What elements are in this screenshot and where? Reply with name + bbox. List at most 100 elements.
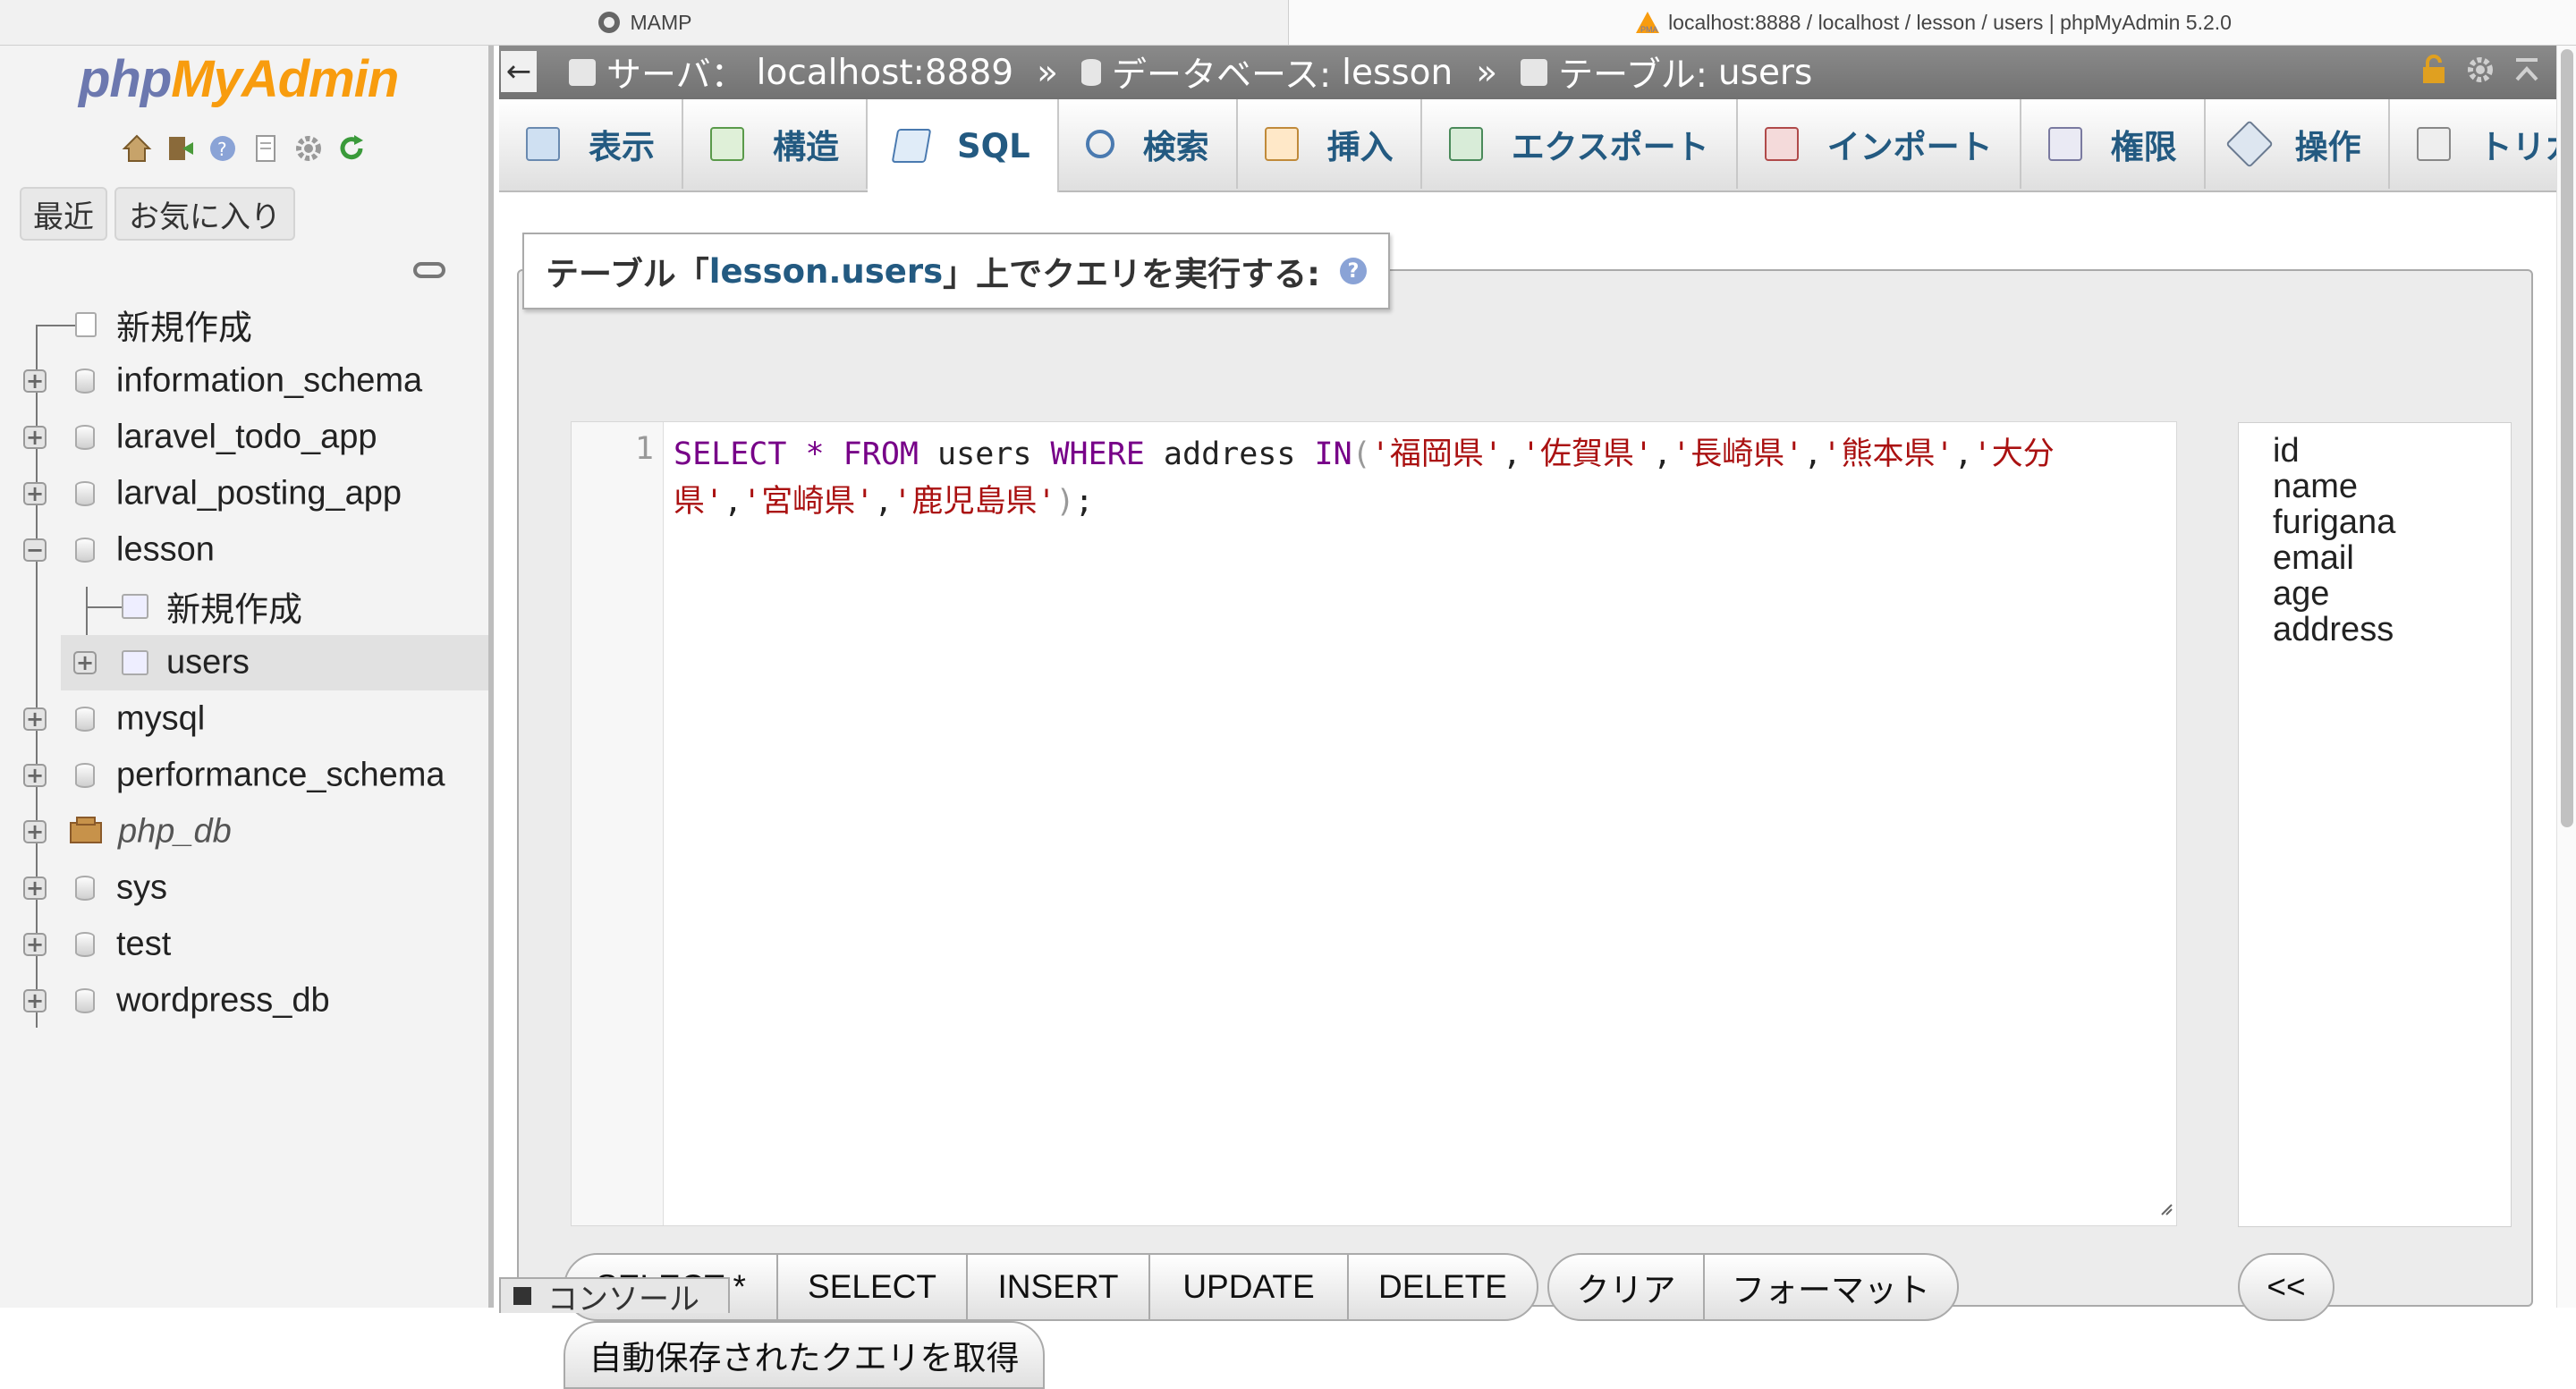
column-option[interactable]: id [2273,432,2300,470]
tab-insert[interactable]: 挿入 [1238,99,1422,189]
collapse-top-menu-icon[interactable] [2513,55,2540,93]
home-icon[interactable] [120,131,154,165]
tab-privileges[interactable]: 権限 [2021,99,2206,189]
tree-label: performance_schema [116,756,445,794]
expand-icon[interactable]: + [23,482,47,505]
tab-sql[interactable]: SQL [868,99,1059,192]
insert-button[interactable]: INSERT [968,1253,1150,1321]
tree-label: laravel_todo_app [116,418,377,456]
tree-db-wordpress-db[interactable]: + wordpress_db [0,973,488,1029]
expand-icon[interactable]: + [23,820,47,843]
column-option[interactable]: address [2273,611,2394,649]
expand-icon[interactable]: + [23,707,47,731]
tab-export[interactable]: エクスポート [1422,99,1738,189]
breadcrumb-table[interactable]: users [1718,53,1812,93]
tree-db-information-schema[interactable]: + information_schema [0,353,488,409]
tree-label: users [166,643,250,682]
format-button[interactable]: フォーマット [1703,1253,1959,1321]
recent-tables-button[interactable]: 最近 [20,187,107,241]
expand-icon[interactable]: + [73,651,97,674]
tree-label: lesson [116,530,215,569]
expand-icon[interactable]: + [23,989,47,1012]
tab-triggers[interactable]: トリガ [2390,99,2576,189]
scrollbar-thumb[interactable] [2561,49,2573,827]
database-icon [1080,59,1101,86]
tree-lesson-new-table[interactable]: 新規作成 [0,579,488,634]
clear-button[interactable]: クリア [1547,1253,1705,1321]
database-icon [75,425,95,450]
docs-icon[interactable] [249,131,283,165]
tree-table-users[interactable]: + users [61,635,488,690]
triggers-icon [2416,127,2451,161]
tree-db-sys[interactable]: + sys [0,860,488,916]
tab-import[interactable]: インポート [1738,99,2021,189]
svg-text:PMA: PMA [1640,25,1658,34]
expand-icon[interactable]: + [23,933,47,956]
navigation-panel: phpMyAdmin ? 最近 お気に入り 新規作成 + information… [0,46,494,1308]
logout-icon[interactable] [163,131,197,165]
lock-icon[interactable] [2420,55,2447,93]
breadcrumb-server-label: サーバ： [606,55,746,96]
delete-button[interactable]: DELETE [1347,1253,1538,1321]
tab-operations[interactable]: 操作 [2206,99,2390,189]
tree-db-php-db[interactable]: + php_db [0,804,488,860]
column-option[interactable]: age [2273,575,2329,614]
database-icon [75,368,95,394]
tree-label: larval_posting_app [116,474,402,512]
line-number: 1 [634,431,654,467]
tab-structure[interactable]: 構造 [683,99,868,189]
tree-new-database[interactable]: 新規作成 [0,297,488,352]
get-autosaved-query-button[interactable]: 自動保存されたクエリを取得 [564,1321,1045,1389]
breadcrumb-server[interactable]: localhost:8889 [757,53,1013,93]
tree-db-test[interactable]: + test [0,917,488,972]
tree-db-larval-posting-app[interactable]: + larval_posting_app [0,466,488,521]
import-icon [1764,127,1799,161]
expand-icon[interactable]: + [23,426,47,449]
browser-tab-phpmyadmin[interactable]: PMA localhost:8888 / localhost / lesson … [1288,0,2576,45]
table-tabs: 表示 構造 SQL 検索 挿入 エクスポート インポート 権限 操作 トリガ [499,99,2576,192]
collapse-icon[interactable]: − [23,538,47,562]
link-with-main-panel-icon[interactable] [413,262,445,278]
column-option[interactable]: name [2273,468,2358,506]
tree-db-mysql[interactable]: + mysql [0,691,488,747]
table-name: lesson.users [708,251,944,291]
column-option[interactable]: furigana [2273,504,2395,542]
reload-icon[interactable] [335,131,369,165]
column-list[interactable]: id name furigana email age address [2238,422,2512,1227]
main-content: 1 SELECT * FROM users WHERE address IN('… [499,192,2556,1389]
resize-handle-icon[interactable] [2160,1188,2173,1224]
expand-icon[interactable]: + [23,764,47,787]
sql-code[interactable]: SELECT * FROM users WHERE address IN('福岡… [674,431,2167,526]
tree-db-performance-schema[interactable]: + performance_schema [0,748,488,803]
select-button[interactable]: SELECT [778,1253,968,1321]
sql-query-editor[interactable]: 1 SELECT * FROM users WHERE address IN('… [571,421,2177,1226]
database-icon [75,538,95,563]
console-icon [513,1287,531,1305]
breadcrumb-table-label: テーブル: [1558,55,1707,96]
expand-icon[interactable]: + [23,369,47,393]
breadcrumb-database[interactable]: lesson [1342,53,1453,93]
tree-label: sys [116,868,167,907]
console-toggle[interactable]: コンソール [499,1277,730,1313]
gear-icon[interactable] [2465,55,2496,93]
collapse-navigation-icon[interactable]: ← [501,51,537,92]
help-icon[interactable]: ? [1339,258,1367,284]
expand-icon[interactable]: + [23,877,47,900]
database-icon [75,876,95,901]
phpmyadmin-logo[interactable]: phpMyAdmin [79,49,399,109]
table-icon [122,650,148,675]
tab-browse[interactable]: 表示 [499,99,683,189]
page-scrollbar[interactable] [2556,46,2576,1308]
tree-db-lesson[interactable]: − lesson [0,522,488,578]
settings-icon[interactable] [292,131,326,165]
tree-db-laravel-todo-app[interactable]: + laravel_todo_app [0,410,488,465]
tab-search[interactable]: 検索 [1059,99,1238,189]
insert-column-button[interactable]: << [2238,1253,2334,1321]
help-icon[interactable]: ? [206,131,240,165]
favorite-tables-button[interactable]: お気に入り [114,187,295,241]
update-button[interactable]: UPDATE [1150,1253,1349,1321]
new-database-icon [75,312,97,337]
new-table-icon [122,594,148,619]
browser-tab-mamp[interactable]: MAMP [0,0,1288,45]
column-option[interactable]: email [2273,539,2354,578]
